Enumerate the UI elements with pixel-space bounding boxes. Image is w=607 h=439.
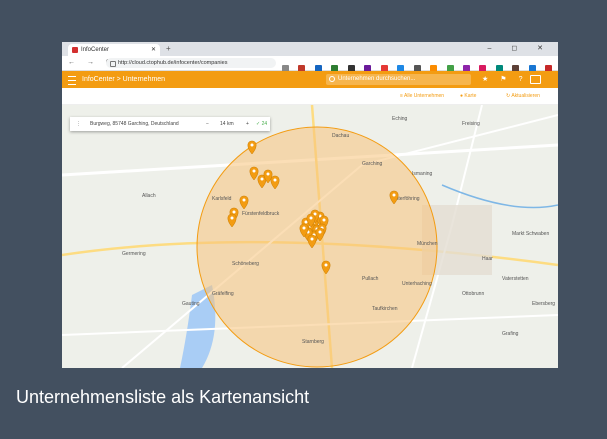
place-label: Germering xyxy=(122,251,146,257)
place-label: Pullach xyxy=(362,276,379,282)
extension-icons[interactable] xyxy=(282,59,558,90)
place-label: Starnberg xyxy=(302,339,324,345)
place-label: Haar xyxy=(482,256,493,262)
place-label: Ismaning xyxy=(412,171,433,177)
menu-icon[interactable]: ⋮ xyxy=(76,117,81,131)
map-canvas[interactable]: Dachau Allach Karlsfeld Fürstenfeldbruck Sch… xyxy=(62,105,558,368)
result-count: ✓ 24 xyxy=(256,121,268,127)
pin-dot xyxy=(302,226,306,230)
close-tab-icon[interactable]: ✕ xyxy=(151,44,156,56)
place-label: Ottobrunn xyxy=(462,291,484,297)
place-label: Grafing xyxy=(502,331,519,337)
place-label: Gauting xyxy=(182,301,200,307)
pin-dot xyxy=(250,143,254,147)
pin-dot xyxy=(230,216,234,220)
window-controls[interactable]: – ◻ ✕ xyxy=(488,42,552,56)
place-label: Vaterstetten xyxy=(502,276,529,282)
pin-dot xyxy=(252,169,256,173)
header-actions[interactable]: ★⚑? xyxy=(482,71,542,88)
flag-icon[interactable]: ⚑ xyxy=(500,76,518,83)
company-search-input[interactable]: Unternehmen durchsuchen... xyxy=(326,74,471,85)
all-companies-button[interactable]: ≡ Alle Unternehmen xyxy=(400,88,444,104)
place-label: Freising xyxy=(462,121,480,127)
favicon-icon xyxy=(72,47,78,53)
zoom-out-button[interactable]: − xyxy=(206,117,209,131)
pin-dot xyxy=(324,263,328,267)
pin-dot xyxy=(304,220,308,224)
url-text: http://cloud.ctophub.de/infocenter/compa… xyxy=(118,60,228,66)
map-view[interactable]: Dachau Allach Karlsfeld Fürstenfeldbruck Sch… xyxy=(62,105,558,368)
place-label: Dachau xyxy=(332,133,349,139)
address-bar: ← → C http://cloud.ctophub.de/infocenter… xyxy=(62,56,558,90)
browser-tab[interactable]: InfoCenter ✕ xyxy=(68,44,160,56)
pin-dot xyxy=(273,178,277,182)
place-label: Markt Schwaben xyxy=(512,231,549,237)
pin-dot xyxy=(266,172,270,176)
pin-dot xyxy=(260,177,264,181)
lock-icon xyxy=(110,61,116,67)
place-label: Karlsfeld xyxy=(212,196,232,202)
location-input[interactable]: Burgweg, 85748 Garching, Deutschland xyxy=(90,117,194,131)
place-label: Garching xyxy=(362,161,383,167)
radius-circle xyxy=(196,126,438,368)
place-label: Unterhaching xyxy=(402,281,432,287)
place-label: Fürstenfeldbruck xyxy=(242,211,280,217)
pin-dot xyxy=(309,216,313,220)
url-field[interactable]: http://cloud.ctophub.de/infocenter/compa… xyxy=(106,58,276,68)
pin-dot xyxy=(392,193,396,197)
pin-dot xyxy=(232,210,236,214)
pin-dot xyxy=(322,218,326,222)
pin-dot xyxy=(310,237,314,241)
place-label: München xyxy=(417,241,438,247)
place-label: Taufkirchen xyxy=(372,306,398,312)
pin-dot xyxy=(318,230,322,234)
search-placeholder: Unternehmen durchsuchen... xyxy=(338,76,416,82)
new-tab-button[interactable]: + xyxy=(166,43,171,55)
browser-tab-bar: InfoCenter ✕ + – ◻ ✕ xyxy=(62,42,558,56)
map-button[interactable]: ● Karte xyxy=(460,88,476,104)
star-icon[interactable]: ★ xyxy=(482,76,500,83)
place-label: Ebersberg xyxy=(532,301,555,307)
map-controls: ⋮ Burgweg, 85748 Garching, Deutschland −… xyxy=(70,117,270,131)
app-header: InfoCenter > Unternehmen Unternehmen dur… xyxy=(62,71,558,88)
place-label: Allach xyxy=(142,193,156,199)
apps-icon[interactable] xyxy=(530,74,542,84)
refresh-button[interactable]: ↻ Aktualisieren xyxy=(506,88,540,104)
place-label: Gräfelfing xyxy=(212,291,234,297)
radius-value: 14 km xyxy=(220,121,234,127)
search-icon xyxy=(329,76,335,82)
tab-title: InfoCenter xyxy=(81,47,110,53)
menu-icon[interactable] xyxy=(68,76,76,85)
place-label: Eching xyxy=(392,116,408,122)
browser-screenshot: InfoCenter ✕ + – ◻ ✕ ← → C http://cloud.… xyxy=(62,42,558,368)
slide-caption: Unternehmensliste als Kartenansicht xyxy=(16,387,310,407)
breadcrumb: InfoCenter > Unternehmen xyxy=(82,76,166,83)
zoom-in-button[interactable]: + xyxy=(246,117,249,131)
place-label: Schöneberg xyxy=(232,261,259,267)
toolbar: ≡ Alle Unternehmen ● Karte ↻ Aktualisier… xyxy=(62,88,558,105)
pin-dot xyxy=(242,198,246,202)
